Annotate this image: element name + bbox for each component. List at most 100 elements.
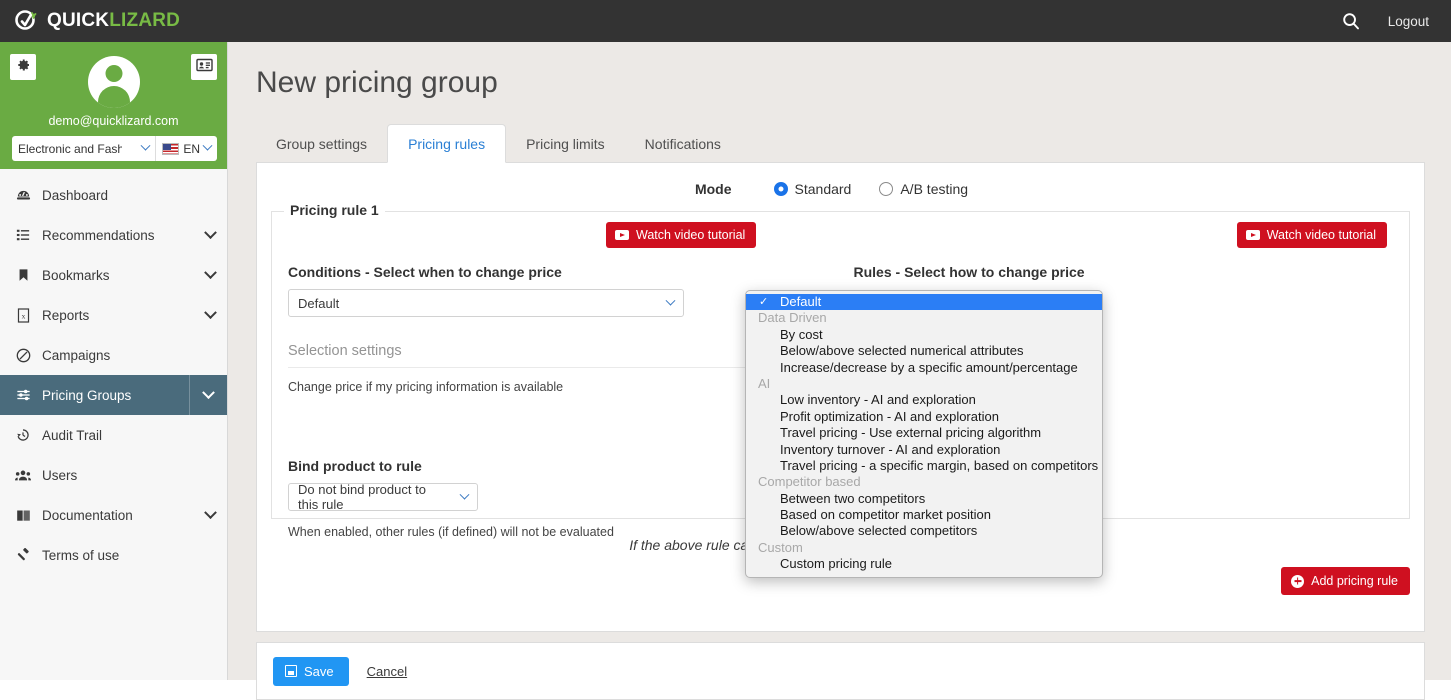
chevron-down-icon	[459, 489, 470, 500]
dropdown-option-travel-pricing-external-algorithm[interactable]: Travel pricing - Use external pricing al…	[746, 425, 1102, 441]
sidebar-nav: Dashboard Recommendations Bookmarks x Re…	[0, 169, 227, 575]
sidebar-item-label: Pricing Groups	[42, 387, 132, 403]
dropdown-option-increase-decrease-amount-percentage[interactable]: Increase/decrease by a specific amount/p…	[746, 360, 1102, 376]
sidebar-item-dashboard[interactable]: Dashboard	[0, 175, 227, 215]
add-rule-label: Add pricing rule	[1311, 574, 1398, 588]
sidebar-item-label: Terms of use	[42, 547, 120, 563]
dropdown-option-by-cost[interactable]: By cost	[746, 327, 1102, 343]
rules-dropdown-menu[interactable]: Default Data Driven By cost Below/above …	[745, 290, 1103, 578]
language-select[interactable]: EN	[156, 136, 217, 161]
chevron-down-icon	[665, 295, 676, 306]
sidebar-item-label: Documentation	[42, 507, 133, 523]
mode-option-ab-testing[interactable]: A/B testing	[879, 181, 968, 197]
mode-option-label: A/B testing	[900, 181, 969, 197]
dropdown-option-travel-pricing-specific-margin[interactable]: Travel pricing - a specific margin, base…	[746, 458, 1102, 474]
sidebar-item-label: Bookmarks	[42, 267, 110, 283]
sliders-icon	[12, 388, 34, 402]
search-icon[interactable]	[1342, 12, 1360, 30]
account-card-button[interactable]	[191, 54, 217, 80]
dropdown-option-below-above-selected-competitors[interactable]: Below/above selected competitors	[746, 523, 1102, 539]
page-title: New pricing group	[256, 66, 498, 99]
bind-product-select-value: Do not bind product to this rule	[298, 482, 426, 512]
list-icon	[12, 228, 34, 242]
sidebar-item-documentation[interactable]: Documentation	[0, 495, 227, 535]
brand-logo-group[interactable]: QUICKLIZARD	[14, 8, 180, 34]
conditions-select[interactable]: Default	[288, 289, 684, 317]
chevron-down-icon	[202, 140, 213, 151]
radio-ab-testing-icon	[879, 182, 894, 196]
dropdown-option-inventory-turnover[interactable]: Inventory turnover - AI and exploration	[746, 442, 1102, 458]
sidebar-item-recommendations[interactable]: Recommendations	[0, 215, 227, 255]
bind-product-title: Bind product to rule	[288, 458, 422, 474]
chevron-down-icon	[202, 385, 215, 399]
bind-product-note: When enabled, other rules (if defined) w…	[288, 525, 614, 539]
cancel-link[interactable]: Cancel	[367, 664, 407, 679]
chevron-down-icon[interactable]	[204, 265, 217, 279]
sidebar-item-users[interactable]: Users	[0, 455, 227, 495]
sidebar: demo@quicklizard.com Electronic and Fash…	[0, 42, 228, 680]
mode-option-label: Standard	[794, 181, 852, 197]
watch-video-tutorial-button-conditions[interactable]: Watch video tutorial	[606, 222, 757, 248]
sidebar-item-label: Users	[42, 467, 78, 483]
form-footer: Save Cancel	[256, 642, 1425, 700]
left-video-row: Watch video tutorial	[288, 222, 822, 248]
dropdown-group-data-driven: Data Driven	[758, 310, 827, 326]
top-bar-actions: Logout	[1342, 12, 1429, 30]
id-card-icon	[195, 58, 213, 77]
chevron-down-icon[interactable]	[204, 305, 217, 319]
quicklizard-logo-icon	[14, 8, 40, 34]
rules-title: Rules - Select how to change price	[853, 264, 1085, 280]
avatar[interactable]	[87, 56, 140, 108]
dropdown-option-below-above-numerical-attributes[interactable]: Below/above selected numerical attribute…	[746, 343, 1102, 359]
watch-video-tutorial-button-rules[interactable]: Watch video tutorial	[1236, 222, 1387, 248]
dropdown-option-competitor-market-position[interactable]: Based on competitor market position	[746, 507, 1102, 523]
dropdown-option-low-inventory[interactable]: Low inventory - AI and exploration	[746, 392, 1102, 408]
tab-pricing-limits[interactable]: Pricing limits	[506, 125, 625, 162]
save-disk-icon	[285, 665, 297, 677]
conditions-select-value: Default	[298, 295, 340, 311]
radio-standard-icon	[773, 182, 788, 196]
tab-bar: Group settings Pricing rules Pricing lim…	[256, 124, 1425, 163]
top-bar: QUICKLIZARD Logout	[0, 0, 1451, 42]
history-icon	[12, 428, 34, 442]
sidebar-profile-header: demo@quicklizard.com Electronic and Fash…	[0, 42, 227, 169]
dropdown-option-custom-pricing-rule[interactable]: Custom pricing rule	[746, 556, 1102, 572]
tab-pricing-rules[interactable]: Pricing rules	[387, 124, 507, 163]
youtube-play-icon	[1245, 230, 1260, 240]
dashboard-icon	[12, 188, 34, 203]
sidebar-item-audit-trail[interactable]: Audit Trail	[0, 415, 227, 455]
bind-product-select[interactable]: Do not bind product to this rule	[288, 482, 478, 512]
save-button[interactable]: Save	[273, 656, 349, 686]
sidebar-item-bookmarks[interactable]: Bookmarks	[0, 255, 227, 295]
sidebar-item-terms-of-use[interactable]: Terms of use	[0, 535, 227, 575]
sidebar-item-pricing-groups[interactable]: Pricing Groups	[0, 375, 227, 415]
chevron-down-icon[interactable]	[204, 225, 217, 239]
language-select-label: EN	[183, 141, 200, 156]
mode-label: Mode	[694, 181, 732, 197]
sidebar-item-campaigns[interactable]: Campaigns	[0, 335, 227, 375]
pricing-rule-legend: Pricing rule 1	[284, 202, 385, 218]
selection-settings-title: Selection settings	[288, 343, 402, 359]
add-pricing-rule-button[interactable]: Add pricing rule	[1281, 567, 1410, 595]
mode-option-standard[interactable]: Standard	[773, 181, 852, 197]
users-icon	[12, 469, 34, 482]
mode-row: Mode Standard A/B testing	[257, 163, 1424, 203]
sidebar-item-label: Audit Trail	[42, 427, 103, 443]
shop-select[interactable]: Electronic and Fashi	[12, 136, 157, 161]
chevron-down-icon[interactable]	[204, 505, 217, 519]
logout-link[interactable]: Logout	[1388, 14, 1429, 29]
bookmark-icon	[12, 268, 34, 282]
tab-group-settings[interactable]: Group settings	[256, 125, 387, 162]
dropdown-option-profit-optimization[interactable]: Profit optimization - AI and exploration	[746, 409, 1102, 425]
dropdown-group-custom: Custom	[758, 539, 803, 555]
tab-notifications[interactable]: Notifications	[625, 125, 741, 162]
sidebar-expand-toggle[interactable]	[189, 375, 227, 415]
dropdown-option-between-two-competitors[interactable]: Between two competitors	[746, 491, 1102, 507]
gear-icon	[15, 57, 31, 78]
sidebar-item-reports[interactable]: x Reports	[0, 295, 227, 335]
dropdown-option-default[interactable]: Default	[746, 294, 1102, 311]
plus-circle-icon	[1291, 574, 1305, 588]
brand-prefix: QUICK	[47, 10, 110, 31]
sidebar-selectors: Electronic and Fashi EN	[12, 136, 217, 161]
settings-gear-button[interactable]	[10, 54, 36, 80]
